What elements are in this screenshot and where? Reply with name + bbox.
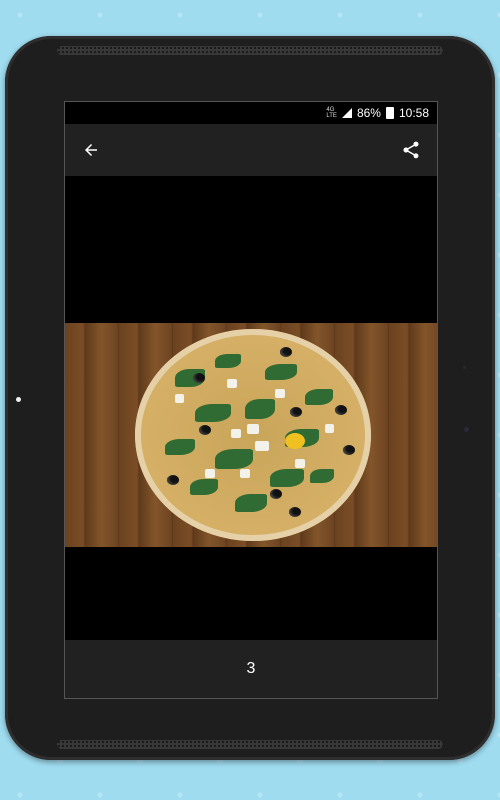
- signal-icon: [341, 108, 352, 118]
- photo-viewer[interactable]: [65, 176, 437, 640]
- back-button[interactable]: [79, 138, 103, 162]
- network-subtype: LTE: [326, 113, 337, 119]
- tablet-frame: 4G LTE 86% 10:58 3: [5, 36, 495, 760]
- share-button[interactable]: [399, 138, 423, 162]
- bottom-speaker-grille: [57, 740, 443, 749]
- top-speaker-grille: [57, 46, 443, 55]
- screen: 4G LTE 86% 10:58 3: [64, 101, 438, 699]
- pizza-photo[interactable]: [65, 323, 437, 547]
- app-toolbar: [65, 124, 437, 176]
- pizza: [135, 329, 371, 541]
- proximity-sensor: [463, 366, 466, 369]
- page-indicator-bar: 3: [65, 640, 437, 698]
- battery-percent: 86%: [356, 106, 381, 120]
- page-number: 3: [246, 660, 256, 677]
- share-icon: [403, 141, 419, 159]
- clock: 10:58: [398, 106, 429, 120]
- battery-icon: [385, 107, 394, 119]
- network-indicator: 4G LTE: [326, 107, 337, 119]
- front-light-sensor: [16, 397, 21, 402]
- status-bar: 4G LTE 86% 10:58: [65, 102, 437, 124]
- front-camera: [464, 427, 469, 432]
- arrow-left-icon: [85, 144, 97, 156]
